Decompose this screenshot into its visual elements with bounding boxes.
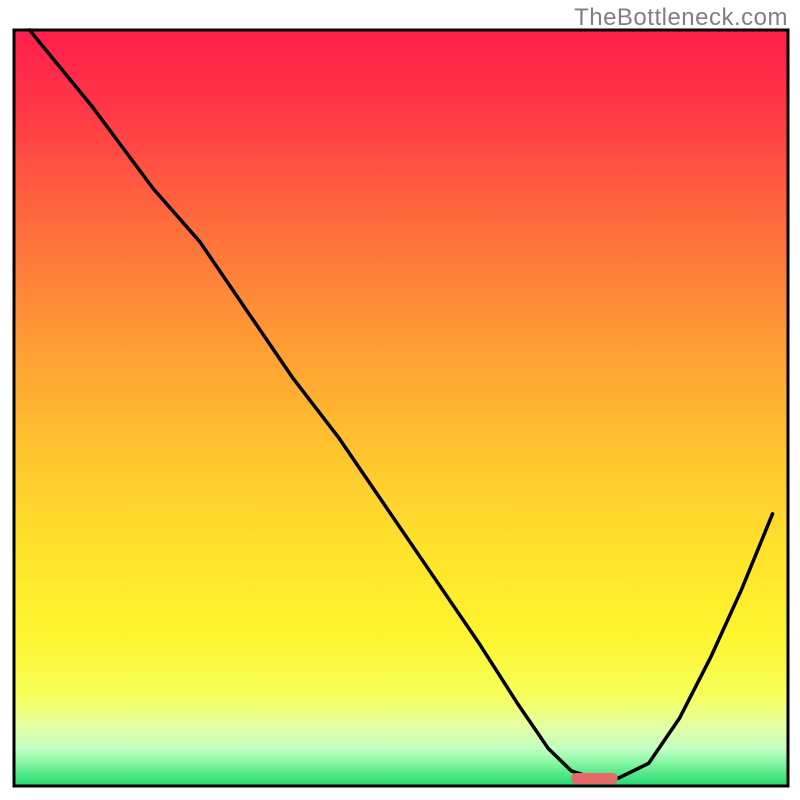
watermark-label: TheBottleneck.com	[574, 4, 788, 32]
bottleneck-chart	[0, 0, 800, 800]
optimal-range-marker	[571, 773, 617, 784]
plot-background	[14, 30, 788, 786]
chart-container: TheBottleneck.com	[0, 0, 800, 800]
